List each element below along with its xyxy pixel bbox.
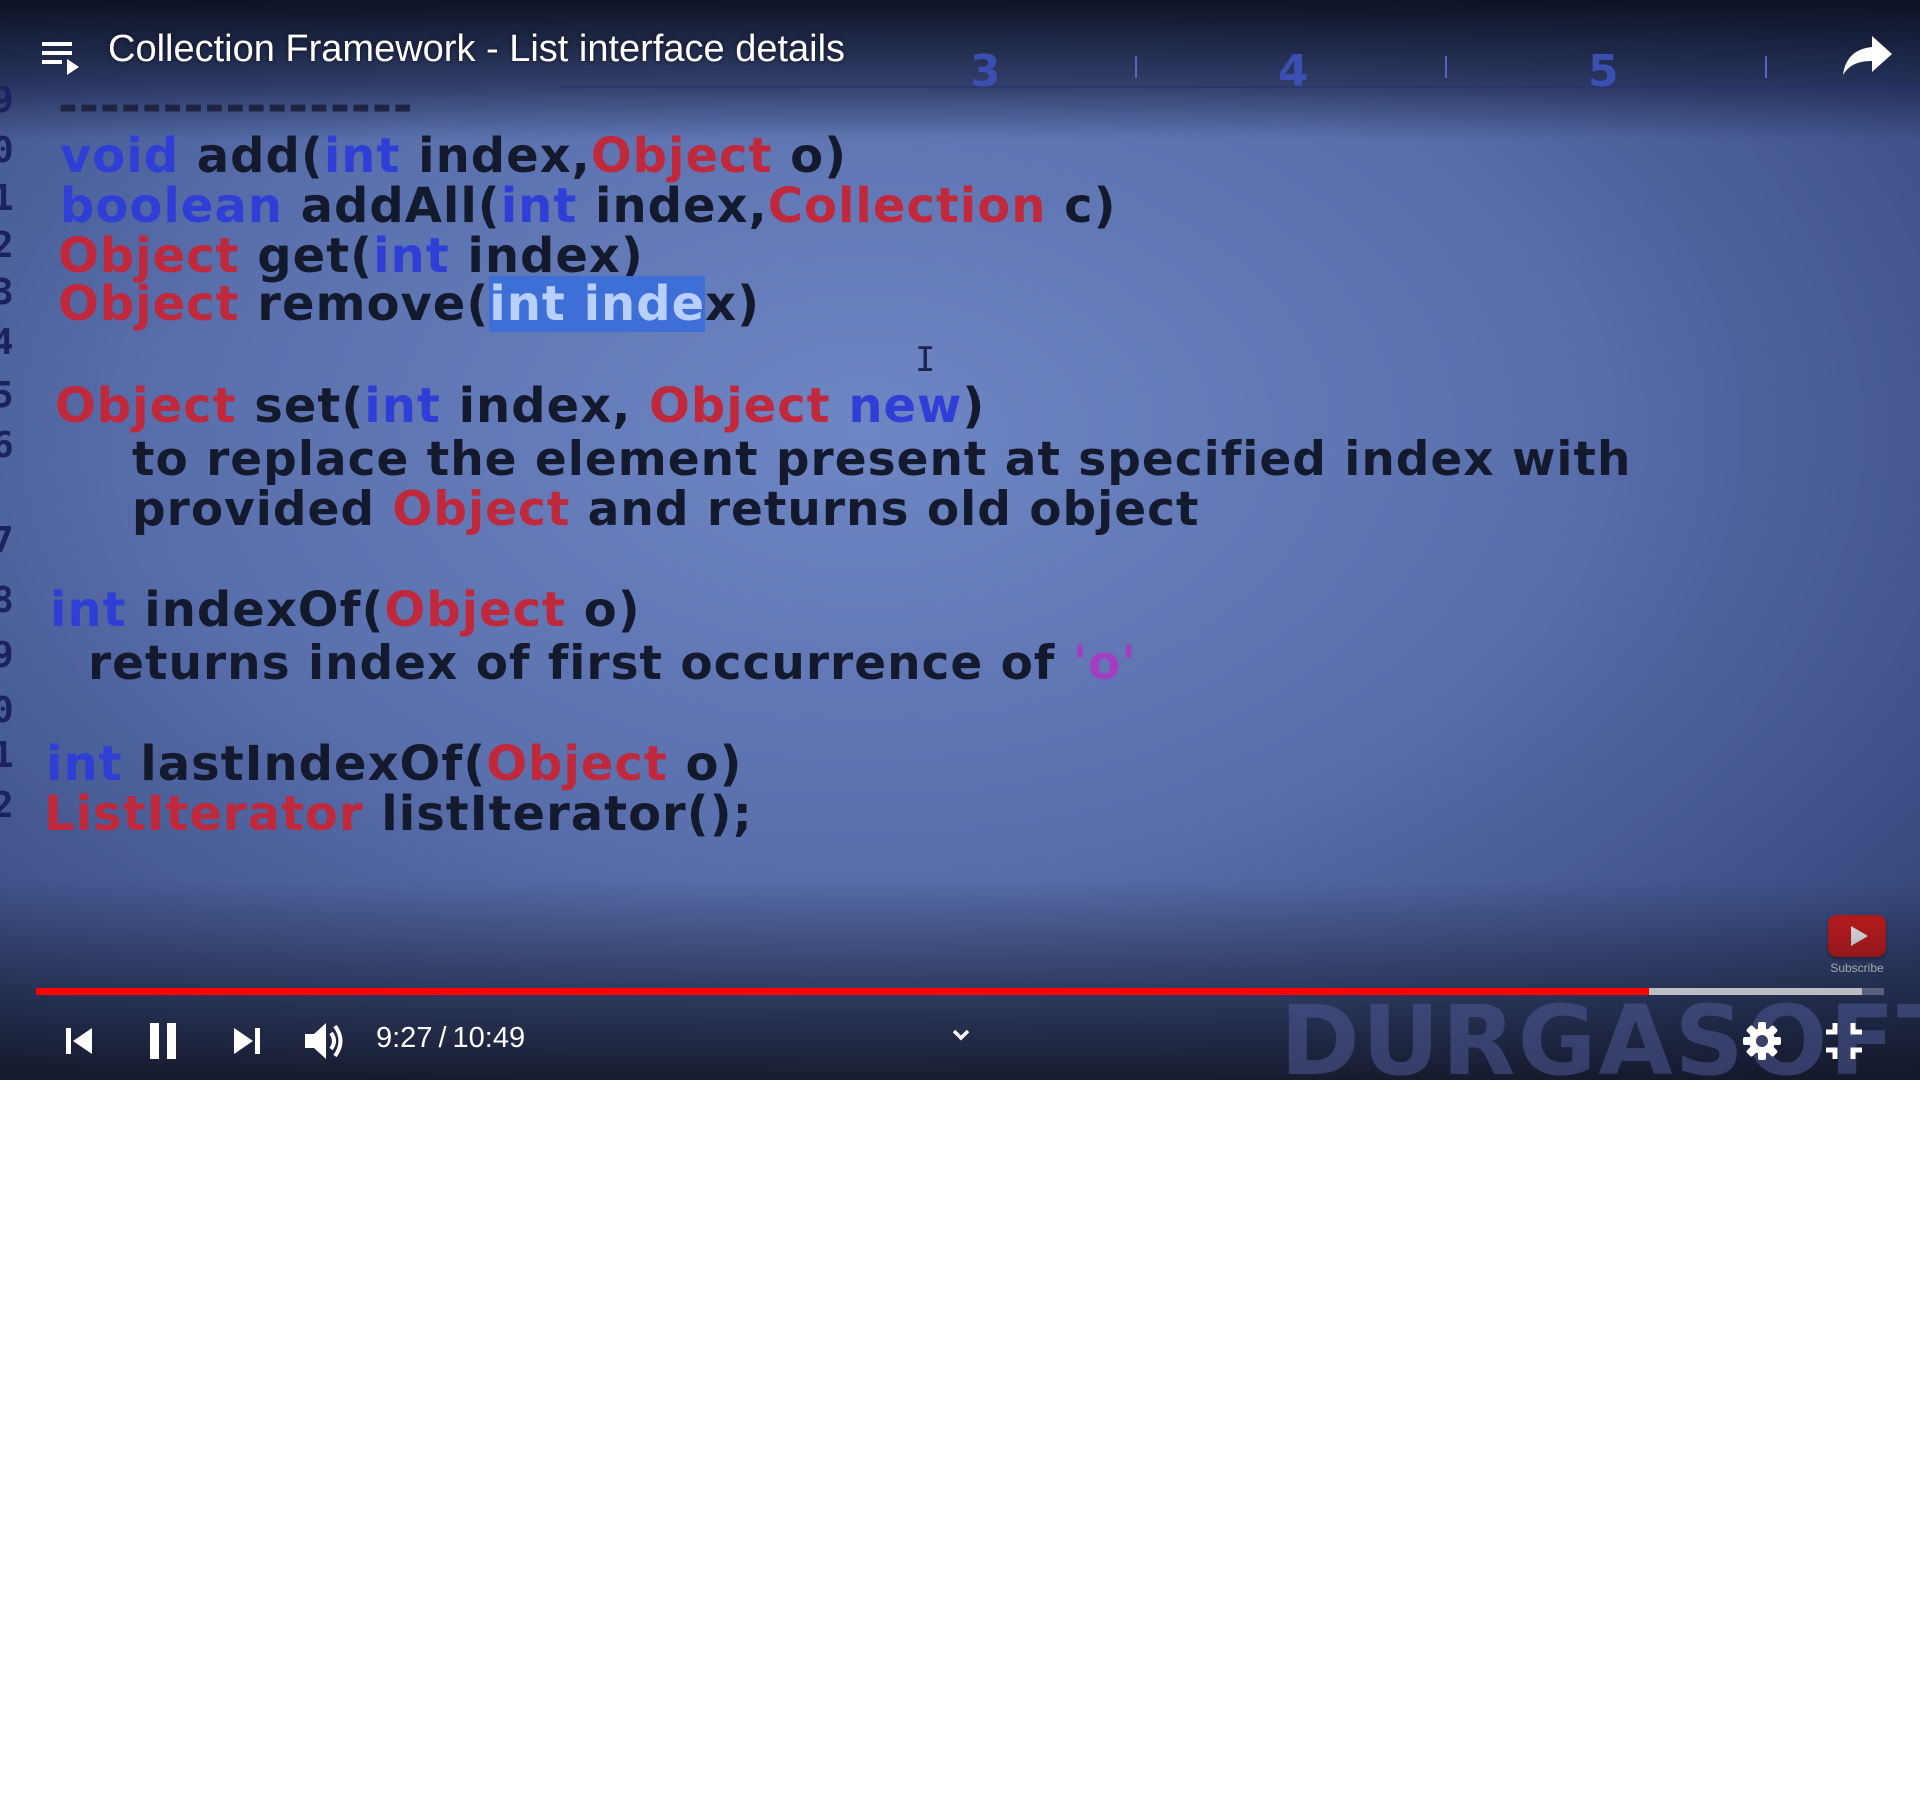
code-token: x) xyxy=(705,276,761,332)
code-token: remove( xyxy=(239,276,490,332)
code-line-comment: to replace the element present at specif… xyxy=(132,432,1632,487)
time-separator: / xyxy=(438,1022,447,1054)
code-line-listiterator: ListIterator listIterator(); xyxy=(44,786,753,842)
code-token: Collection xyxy=(767,178,1047,234)
video-title[interactable]: Collection Framework - List interface de… xyxy=(108,28,845,71)
code-token: lastIndexOf( xyxy=(122,736,487,792)
share-button[interactable] xyxy=(1840,30,1896,80)
code-token: returns index of first occurrence of xyxy=(88,636,1073,691)
time-current: 9:27 xyxy=(376,1022,433,1054)
code-token: void xyxy=(60,128,180,184)
settings-icon xyxy=(1743,1022,1781,1060)
code-token: 'o' xyxy=(1072,636,1137,691)
share-icon xyxy=(1843,36,1892,75)
code-line-addall: boolean addAll(int index,Collection c) xyxy=(60,178,1117,234)
code-token: addAll( xyxy=(282,178,501,234)
code-token: o) xyxy=(566,582,641,638)
code-token: int xyxy=(323,128,401,184)
code-token: Object xyxy=(590,128,773,184)
playlist-button[interactable] xyxy=(40,34,84,78)
code-line-remove: Object remove(int index) xyxy=(58,276,760,332)
previous-icon xyxy=(66,1028,92,1054)
subscribe-button[interactable]: Subscribe xyxy=(1822,915,1892,975)
progress-bar[interactable] xyxy=(36,988,1884,995)
player-controls: 9:27/10:49 xyxy=(0,1000,1920,1080)
code-token: and returns old object xyxy=(570,482,1200,537)
expand-button[interactable] xyxy=(946,1020,976,1050)
code-token: Object xyxy=(55,378,237,434)
chevron-down-icon xyxy=(952,1029,970,1041)
subscribe-label: Subscribe xyxy=(1830,961,1884,975)
exit-fullscreen-icon xyxy=(1826,1023,1862,1059)
code-token: o) xyxy=(667,736,743,792)
code-token: Object xyxy=(384,582,566,638)
progress-played xyxy=(36,988,1650,995)
pause-icon xyxy=(150,1023,176,1059)
settings-button[interactable] xyxy=(1738,1018,1786,1064)
code-token: index, xyxy=(440,378,650,434)
code-line-set: Object set(int index, Object new) xyxy=(55,378,985,434)
exit-fullscreen-button[interactable] xyxy=(1818,1018,1870,1064)
code-line-lastindexof: int lastIndexOf(Object o) xyxy=(46,736,742,792)
text-cursor-icon: I xyxy=(915,340,936,380)
code-token: Object xyxy=(392,482,571,537)
code-token: Object xyxy=(649,378,831,434)
code-token: ) xyxy=(962,378,986,434)
code-token: Object xyxy=(58,276,240,332)
volume-button[interactable] xyxy=(300,1018,352,1064)
code-token: int xyxy=(50,582,127,638)
text-selection[interactable]: int inde xyxy=(489,276,706,332)
code-token: provided xyxy=(132,482,393,537)
code-token: ListIterator xyxy=(44,786,364,842)
code-token: boolean xyxy=(60,178,283,234)
previous-button[interactable] xyxy=(56,1018,102,1064)
code-token: new xyxy=(830,378,963,434)
code-area: ----------------- void add(int index,Obj… xyxy=(0,0,1920,1080)
code-token: set( xyxy=(236,378,365,434)
code-token: Object xyxy=(486,736,668,792)
pause-button[interactable] xyxy=(140,1018,186,1064)
player-header: Collection Framework - List interface de… xyxy=(0,0,1920,110)
code-token: c) xyxy=(1046,178,1117,234)
code-token: listIterator(); xyxy=(363,786,753,842)
code-line-comment: returns index of first occurrence of 'o' xyxy=(88,636,1137,691)
subscribe-logo-icon xyxy=(1828,915,1886,957)
code-token: o) xyxy=(772,128,848,184)
next-icon xyxy=(234,1028,260,1054)
code-token: int xyxy=(46,736,123,792)
time-total: 10:49 xyxy=(452,1022,526,1054)
playlist-icon xyxy=(42,42,79,75)
code-line-indexof: int indexOf(Object o) xyxy=(50,582,641,638)
code-token: index, xyxy=(400,128,591,184)
next-button[interactable] xyxy=(224,1018,270,1064)
code-token: index, xyxy=(577,178,768,234)
code-line-add: void add(int index,Object o) xyxy=(60,128,847,184)
video-player[interactable]: 3 4 5 9 0 1 2 3 4 5 6 7 8 9 0 1 2 ------… xyxy=(0,0,1920,1080)
volume-icon xyxy=(305,1023,343,1059)
code-token: add( xyxy=(179,128,324,184)
code-token: int xyxy=(500,178,578,234)
code-token: indexOf( xyxy=(126,582,385,638)
time-display: 9:27/10:49 xyxy=(376,1022,525,1055)
code-line-comment: provided Object and returns old object xyxy=(132,482,1199,537)
code-token: int xyxy=(364,378,441,434)
